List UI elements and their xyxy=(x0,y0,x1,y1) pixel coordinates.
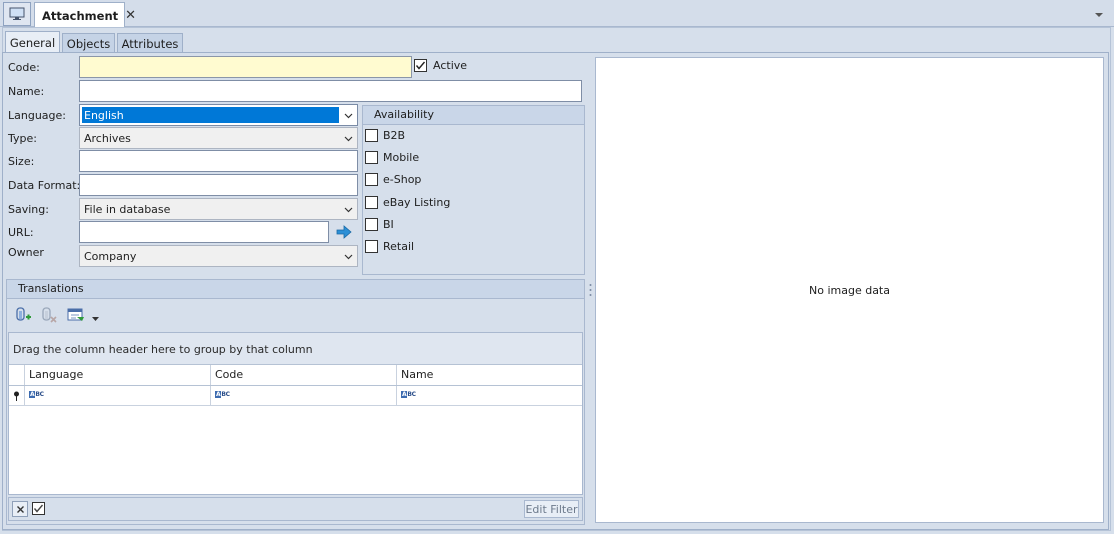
owner-value: Company xyxy=(84,249,137,263)
tab-label: Objects xyxy=(66,36,111,51)
chevron-down-icon xyxy=(344,251,353,264)
column-header-code[interactable]: Code xyxy=(210,365,396,385)
tab-general[interactable]: General xyxy=(5,31,60,53)
translations-title: Translations xyxy=(7,280,584,299)
no-image-text: No image data xyxy=(809,283,890,297)
bi-checkbox[interactable] xyxy=(365,218,378,231)
eshop-label: e-Shop xyxy=(383,173,422,186)
group-by-area[interactable]: Drag the column header here to group by … xyxy=(9,333,582,365)
saving-select[interactable]: File in database xyxy=(79,198,358,220)
saving-label: Saving: xyxy=(8,203,49,216)
name-cell[interactable]: ABC xyxy=(396,386,583,406)
tab-label: General xyxy=(9,35,56,50)
column-header-language[interactable]: Language xyxy=(24,365,210,385)
pin-icon xyxy=(14,391,19,401)
mobile-checkbox[interactable] xyxy=(365,151,378,164)
filter-bar xyxy=(8,497,583,521)
document-tab-title: Attachment xyxy=(42,8,119,23)
language-label: Language: xyxy=(8,109,66,122)
availability-title: Availability xyxy=(363,106,584,125)
remove-translation-icon[interactable] xyxy=(40,306,58,324)
language-cell[interactable]: ABC xyxy=(24,386,210,406)
owner-select[interactable]: Company xyxy=(79,245,358,267)
b2b-label: B2B xyxy=(383,129,406,142)
export-grid-icon[interactable] xyxy=(67,308,85,322)
type-value: Archives xyxy=(84,131,131,145)
data-format-field[interactable] xyxy=(79,174,358,196)
filter-enabled-checkbox[interactable] xyxy=(32,502,45,515)
add-translation-icon[interactable] xyxy=(14,306,32,324)
text-filter-icon: ABC xyxy=(401,391,416,398)
url-label: URL: xyxy=(8,226,34,239)
mobile-label: Mobile xyxy=(383,151,420,164)
close-icon[interactable]: ✕ xyxy=(125,8,136,23)
chevron-down-icon[interactable] xyxy=(91,312,100,321)
monitor-icon[interactable] xyxy=(3,2,31,26)
language-select[interactable]: English xyxy=(79,104,358,126)
active-checkbox[interactable] xyxy=(414,59,427,72)
active-label: Active xyxy=(433,59,468,72)
type-select[interactable]: Archives xyxy=(79,127,358,149)
grid-header-row: Language Code Name xyxy=(9,365,582,386)
code-label: Code: xyxy=(8,61,40,74)
attachment-document-tab[interactable]: Attachment ✕ xyxy=(34,2,136,28)
image-preview: No image data xyxy=(595,57,1104,523)
retail-checkbox[interactable] xyxy=(365,240,378,253)
clear-filter-icon[interactable] xyxy=(12,501,28,517)
ebay-listing-label: eBay Listing xyxy=(383,196,451,209)
chevron-down-icon xyxy=(344,133,353,146)
size-field[interactable] xyxy=(79,150,358,172)
translations-grid: Drag the column header here to group by … xyxy=(8,332,583,495)
code-cell[interactable]: ABC xyxy=(210,386,396,406)
ebay-listing-checkbox[interactable] xyxy=(365,196,378,209)
column-header-name[interactable]: Name xyxy=(396,365,583,385)
bi-label: BI xyxy=(383,218,394,231)
name-label: Name: xyxy=(8,85,45,98)
chevron-down-icon[interactable] xyxy=(1094,8,1104,17)
tab-objects[interactable]: Objects xyxy=(62,33,115,53)
window-tab-bar xyxy=(0,0,1114,27)
text-filter-icon: ABC xyxy=(215,391,230,398)
tab-attributes[interactable]: Attributes xyxy=(117,33,183,53)
name-field[interactable] xyxy=(79,80,582,102)
type-label: Type: xyxy=(8,132,37,145)
retail-label: Retail xyxy=(383,240,415,253)
splitter-handle[interactable] xyxy=(589,283,592,297)
b2b-checkbox[interactable] xyxy=(365,129,378,142)
text-filter-icon: ABC xyxy=(29,391,44,398)
chevron-down-icon xyxy=(344,110,353,123)
language-value: English xyxy=(82,107,339,123)
saving-value: File in database xyxy=(84,202,171,216)
new-item-row[interactable]: ABC ABC ABC xyxy=(9,386,582,406)
data-format-label: Data Format: xyxy=(8,179,81,192)
eshop-checkbox[interactable] xyxy=(365,173,378,186)
code-field[interactable] xyxy=(79,56,412,78)
open-url-arrow-icon[interactable] xyxy=(335,224,353,240)
url-field[interactable] xyxy=(79,221,329,243)
edit-filter-button[interactable]: Edit Filter xyxy=(524,500,579,518)
row-indicator xyxy=(9,386,24,406)
tab-label: Attributes xyxy=(121,36,179,51)
chevron-down-icon xyxy=(344,204,353,217)
owner-label: Owner xyxy=(8,246,44,259)
size-label: Size: xyxy=(8,155,35,168)
row-indicator-header xyxy=(9,365,24,385)
